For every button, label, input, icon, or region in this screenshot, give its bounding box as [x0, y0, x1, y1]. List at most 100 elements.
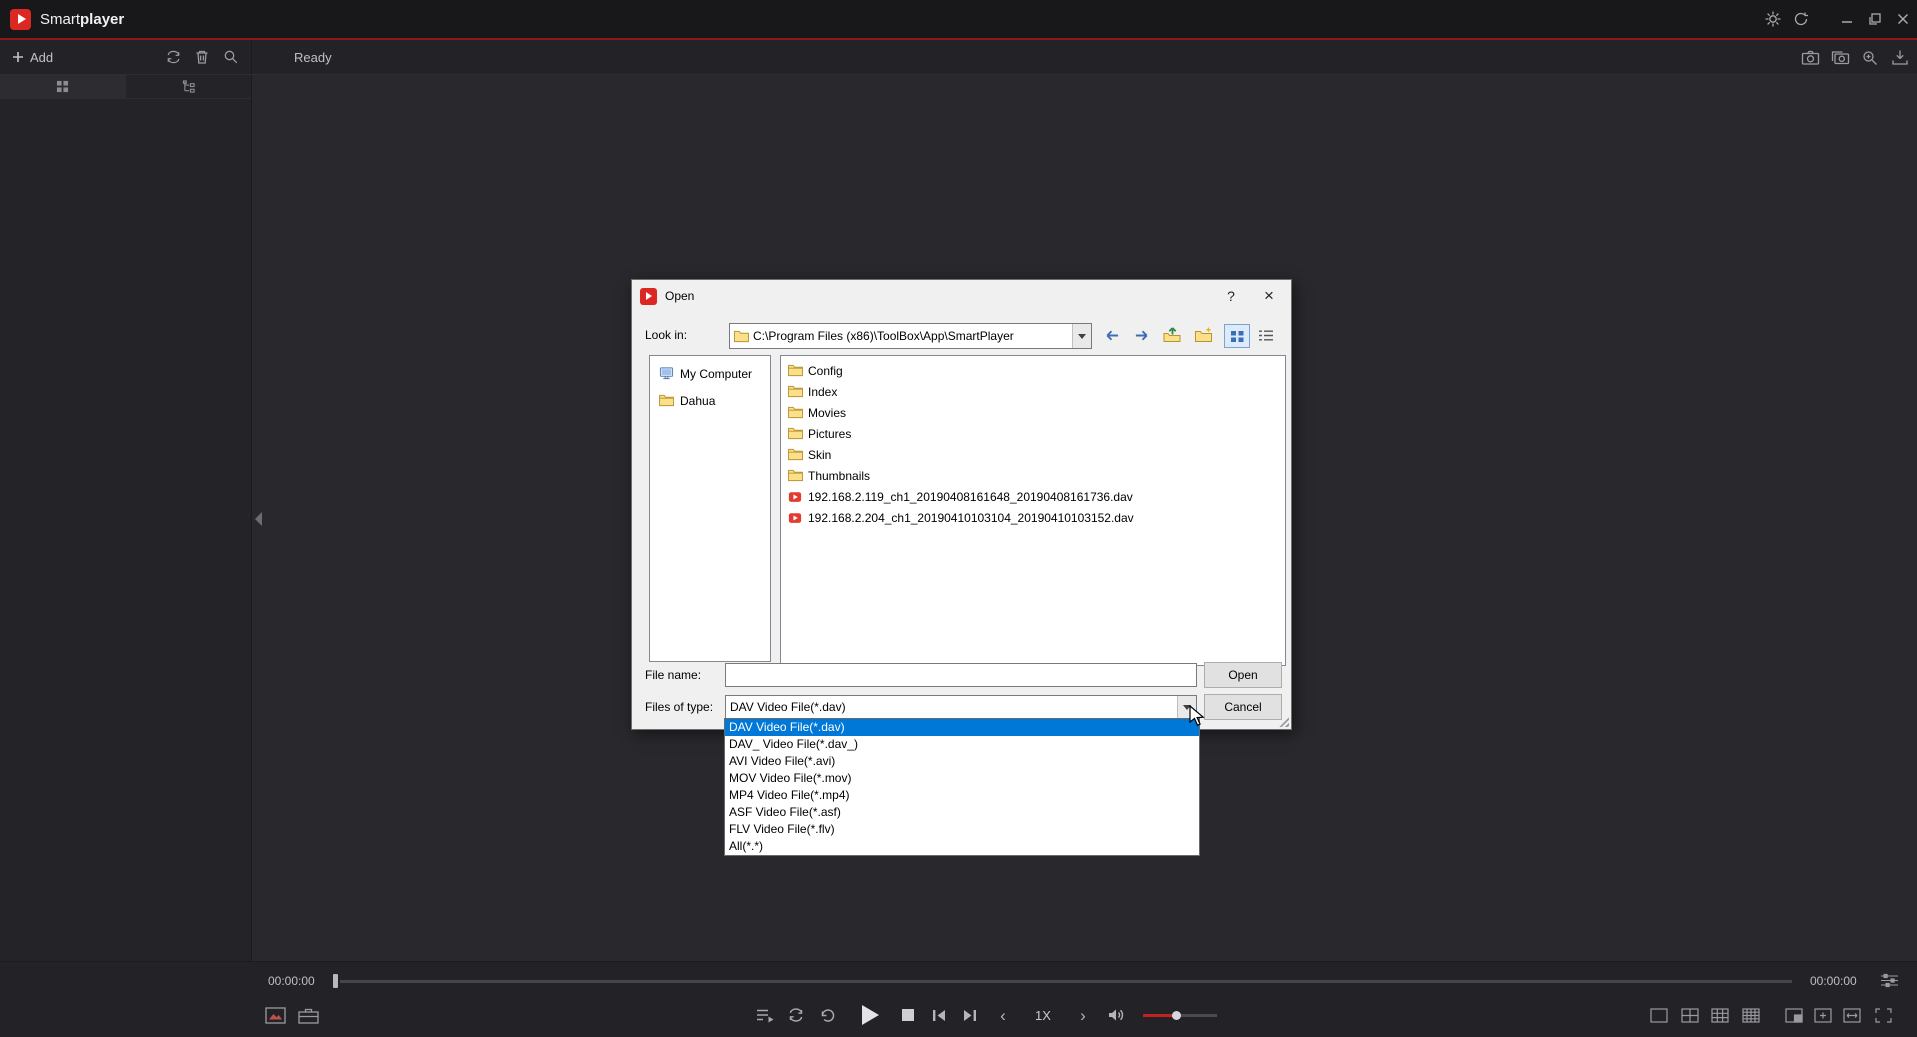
layout-1-button[interactable]: [1646, 1002, 1672, 1028]
playlist-panel: [0, 99, 251, 962]
sync-play-icon[interactable]: [161, 45, 185, 69]
place-item-my-computer[interactable]: My Computer: [650, 360, 770, 387]
type-option[interactable]: AVI Video File(*.avi): [725, 753, 1199, 770]
layout-4-button[interactable]: [1677, 1002, 1703, 1028]
playlist-icon[interactable]: [752, 1002, 778, 1028]
files-of-type-dropdown-arrow[interactable]: [1177, 696, 1196, 718]
stop-icon: [902, 1009, 914, 1021]
sidebar-header: Add: [0, 40, 252, 74]
main-toolbar: Ready: [252, 40, 1917, 74]
loop-playback-icon[interactable]: [783, 1002, 809, 1028]
fullscreen-button[interactable]: [1870, 1002, 1896, 1028]
speed-down-button[interactable]: ‹: [990, 1002, 1016, 1028]
open-confirm-button[interactable]: Open: [1204, 662, 1282, 688]
file-item[interactable]: 192.168.2.119_ch1_20190408161648_2019040…: [783, 486, 1283, 507]
file-item[interactable]: Pictures: [783, 423, 1283, 444]
add-file-button[interactable]: Add: [12, 50, 53, 65]
layout-16-button[interactable]: [1738, 1002, 1764, 1028]
dialog-close-button[interactable]: ×: [1253, 280, 1285, 312]
maximize-button[interactable]: [1861, 0, 1889, 38]
settings-gear-icon[interactable]: [1759, 0, 1787, 38]
volume-icon[interactable]: [1103, 1002, 1129, 1028]
files-of-type-dropdown-list: DAV Video File(*.dav)DAV_ Video File(*.d…: [724, 718, 1200, 856]
file-item[interactable]: Index: [783, 381, 1283, 402]
add-label: Add: [30, 50, 53, 65]
stretch-button[interactable]: [1839, 1002, 1865, 1028]
stop-button[interactable]: [895, 1002, 921, 1028]
files-of-type-combobox[interactable]: DAV Video File(*.dav): [725, 695, 1197, 719]
speed-up-button[interactable]: ›: [1070, 1002, 1096, 1028]
type-option[interactable]: DAV_ Video File(*.dav_): [725, 736, 1199, 753]
type-option[interactable]: MOV Video File(*.mov): [725, 770, 1199, 787]
elapsed-time: 00:00:00: [268, 974, 315, 988]
type-option[interactable]: DAV Video File(*.dav): [725, 719, 1199, 736]
look-in-combobox[interactable]: C:\Program Files (x86)\ToolBox\App\Smart…: [729, 323, 1092, 349]
minimize-button[interactable]: [1833, 0, 1861, 38]
tree-tab-icon: [182, 80, 196, 93]
file-name-label: File name:: [645, 668, 701, 682]
place-item-dahua[interactable]: Dahua: [650, 387, 770, 414]
file-name-input[interactable]: [725, 663, 1197, 687]
new-folder-button[interactable]: [1192, 324, 1216, 346]
app-logo-icon: [10, 9, 31, 30]
type-option[interactable]: FLV Video File(*.flv): [725, 821, 1199, 838]
delete-trash-icon[interactable]: [190, 45, 214, 69]
plus-icon: [12, 51, 24, 63]
folder-icon: [787, 406, 803, 419]
view-details-button[interactable]: [1254, 324, 1278, 346]
smart-rules-icon[interactable]: [262, 1002, 288, 1028]
file-item[interactable]: 192.168.2.204_ch1_20190410103104_2019041…: [783, 507, 1283, 528]
dialog-titlebar[interactable]: Open ? ×: [632, 280, 1291, 312]
type-option[interactable]: All(*.*): [725, 838, 1199, 855]
forward-button[interactable]: [1130, 324, 1154, 346]
digital-zoom-icon[interactable]: [1857, 44, 1883, 70]
folder-icon: [787, 469, 803, 482]
up-one-level-button[interactable]: [1160, 324, 1184, 346]
play-button[interactable]: [851, 998, 885, 1032]
look-in-dropdown-arrow[interactable]: [1072, 324, 1091, 348]
timeline-settings-icon[interactable]: [1880, 973, 1899, 993]
layout-9-button[interactable]: [1707, 1002, 1733, 1028]
folder-icon: [787, 427, 803, 440]
view-thumbnails-button[interactable]: [1224, 324, 1250, 348]
layout-custom-button[interactable]: [1781, 1002, 1807, 1028]
close-button[interactable]: [1889, 0, 1917, 38]
toolbox-icon[interactable]: [295, 1002, 321, 1028]
volume-track[interactable]: [1143, 1014, 1217, 1017]
status-text: Ready: [294, 50, 332, 65]
seek-handle[interactable]: [333, 974, 338, 988]
snapshot-camera-icon[interactable]: [1797, 44, 1823, 70]
app-title: Smartplayer: [40, 11, 124, 28]
folder-icon: [658, 394, 674, 407]
previous-frame-button[interactable]: [926, 1002, 952, 1028]
file-item[interactable]: Movies: [783, 402, 1283, 423]
files-of-type-value: DAV Video File(*.dav): [726, 700, 1177, 714]
type-option[interactable]: ASF Video File(*.asf): [725, 804, 1199, 821]
type-option[interactable]: MP4 Video File(*.mp4): [725, 787, 1199, 804]
files-of-type-label: Files of type:: [645, 700, 713, 714]
sidebar-tabs: [0, 75, 251, 99]
rewind-icon[interactable]: [814, 1002, 840, 1028]
search-icon[interactable]: [219, 45, 243, 69]
file-item[interactable]: Config: [783, 360, 1283, 381]
volume-handle[interactable]: [1172, 1011, 1181, 1020]
cancel-button[interactable]: Cancel: [1204, 694, 1282, 720]
seek-track[interactable]: [340, 980, 1792, 983]
download-icon[interactable]: [1887, 44, 1913, 70]
tab-device-tree[interactable]: [125, 75, 251, 98]
dialog-title: Open: [665, 289, 694, 303]
speed-value: 1X: [1026, 1002, 1060, 1028]
about-icon[interactable]: [1787, 0, 1815, 38]
back-button[interactable]: [1099, 324, 1123, 346]
sidebar-collapse-button[interactable]: [252, 505, 265, 533]
app-titlebar: Smartplayer: [0, 0, 1917, 38]
continuous-snapshot-icon[interactable]: [1827, 44, 1853, 70]
dialog-help-button[interactable]: ?: [1215, 280, 1247, 312]
dialog-app-icon: [640, 288, 657, 305]
file-item[interactable]: Thumbnails: [783, 465, 1283, 486]
tab-file-list[interactable]: [0, 75, 125, 98]
file-item[interactable]: Skin: [783, 444, 1283, 465]
original-scale-button[interactable]: [1810, 1002, 1836, 1028]
next-frame-button[interactable]: [957, 1002, 983, 1028]
sidebar: [0, 75, 252, 962]
